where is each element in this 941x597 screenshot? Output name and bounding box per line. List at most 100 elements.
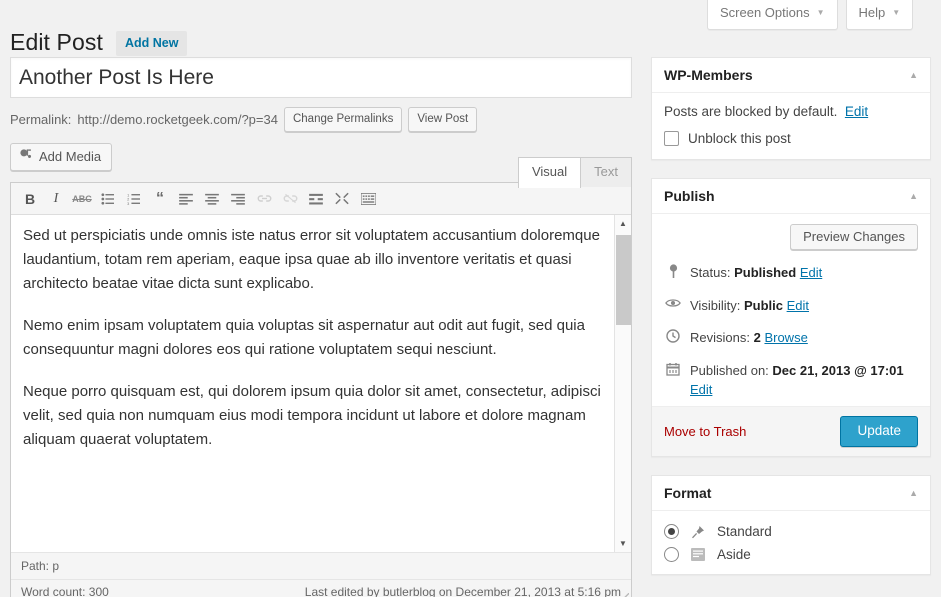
format-label-standard: Standard xyxy=(717,524,772,539)
help-button[interactable]: Help ▼ xyxy=(846,0,914,30)
tab-text[interactable]: Text xyxy=(581,157,632,187)
align-center-icon[interactable] xyxy=(199,187,225,211)
blockquote-icon[interactable]: “ xyxy=(147,187,173,211)
add-new-button[interactable]: Add New xyxy=(116,31,187,56)
format-title: Format xyxy=(664,485,711,501)
post-title-input[interactable] xyxy=(10,57,632,98)
resize-handle-icon[interactable] xyxy=(619,593,629,597)
blocked-status-line: Posts are blocked by default. Edit xyxy=(664,104,918,119)
status-edit-link[interactable]: Edit xyxy=(800,265,822,280)
published-on-label: Published on: xyxy=(690,363,769,378)
last-edited: Last edited by butlerblog on December 21… xyxy=(305,585,621,597)
svg-text:2: 2 xyxy=(127,197,129,201)
page-title: Edit Post xyxy=(10,28,103,58)
editor-container: Visual Text B I ABC xyxy=(10,182,632,597)
clock-icon xyxy=(664,329,682,343)
chevron-up-icon[interactable]: ▲ xyxy=(909,488,918,498)
wp-members-title: WP-Members xyxy=(664,67,753,83)
pin-icon xyxy=(664,264,682,279)
permalink-url: http://demo.rocketgeek.com/?p=34 xyxy=(77,112,278,127)
editor-mode-tabs: Visual Text xyxy=(518,157,632,187)
wp-members-panel-body: Posts are blocked by default. Edit Unblo… xyxy=(652,93,930,159)
wordpress-edit-post-screen: Screen Options ▼ Help ▼ Edit Post Add Ne… xyxy=(0,0,941,597)
published-on-text: Published on: Dec 21, 2013 @ 17:01 Edit xyxy=(690,361,904,400)
visibility-edit-link[interactable]: Edit xyxy=(787,298,809,313)
add-media-button[interactable]: Add Media xyxy=(10,143,112,171)
editor-content-area[interactable]: Sed ut perspiciatis unde omnis iste natu… xyxy=(11,215,631,552)
publish-actions: Move to Trash Update xyxy=(652,406,930,457)
unlink-icon[interactable] xyxy=(277,187,303,211)
svg-text:1: 1 xyxy=(127,193,129,197)
publish-panel-header[interactable]: Publish ▲ xyxy=(652,179,930,214)
screen-options-button[interactable]: Screen Options ▼ xyxy=(707,0,838,30)
format-option-aside[interactable]: Aside xyxy=(664,543,918,566)
format-panel-body: Standard Aside xyxy=(652,511,930,574)
italic-icon[interactable]: I xyxy=(43,187,69,211)
format-radio-standard[interactable] xyxy=(664,524,679,539)
editor-box: B I ABC 1 2 xyxy=(10,182,632,597)
update-button[interactable]: Update xyxy=(840,416,918,448)
svg-text:3: 3 xyxy=(127,202,129,205)
format-option-standard[interactable]: Standard xyxy=(664,520,918,543)
format-panel-header[interactable]: Format ▲ xyxy=(652,476,930,511)
status-text: Status: Published Edit xyxy=(690,263,822,283)
format-panel: Format ▲ Standard xyxy=(651,475,931,575)
pin-icon xyxy=(688,525,708,539)
align-left-icon[interactable] xyxy=(173,187,199,211)
scroll-down-icon[interactable]: ▼ xyxy=(615,535,631,552)
wp-members-panel-header[interactable]: WP-Members ▲ xyxy=(652,58,930,93)
revisions-text: Revisions: 2 Browse xyxy=(690,328,808,348)
permalink-label: Permalink: xyxy=(10,112,71,127)
status-label: Status: xyxy=(690,265,730,280)
fullscreen-icon[interactable] xyxy=(329,187,355,211)
kitchen-sink-icon[interactable] xyxy=(355,187,381,211)
chevron-up-icon[interactable]: ▲ xyxy=(909,70,918,80)
insert-link-icon[interactable] xyxy=(251,187,277,211)
editor-paragraph: Neque porro quisquam est, qui dolorem ip… xyxy=(23,380,605,452)
chevron-down-icon: ▼ xyxy=(817,8,825,18)
help-label: Help xyxy=(859,5,886,22)
unblock-post-checkbox[interactable] xyxy=(664,131,679,146)
revisions-value: 2 xyxy=(754,330,761,345)
screen-meta-buttons: Screen Options ▼ Help ▼ xyxy=(707,0,913,30)
bold-icon[interactable]: B xyxy=(17,187,43,211)
format-label-aside: Aside xyxy=(717,547,751,562)
move-to-trash-link[interactable]: Move to Trash xyxy=(664,424,746,439)
chevron-up-icon[interactable]: ▲ xyxy=(909,191,918,201)
editor-scrollbar[interactable]: ▲ ▼ xyxy=(614,215,631,552)
unordered-list-icon[interactable] xyxy=(95,187,121,211)
published-on-row: Published on: Dec 21, 2013 @ 17:01 Edit xyxy=(664,361,918,400)
permalink-row: Permalink: http://demo.rocketgeek.com/?p… xyxy=(10,107,632,132)
published-on-edit-link[interactable]: Edit xyxy=(690,382,712,397)
editor-path-bar: Path: p xyxy=(11,552,631,579)
calendar-icon xyxy=(664,362,682,376)
add-media-label: Add Media xyxy=(39,149,101,164)
change-permalinks-button[interactable]: Change Permalinks xyxy=(284,107,402,132)
format-radio-aside[interactable] xyxy=(664,547,679,562)
ordered-list-icon[interactable]: 1 2 3 xyxy=(121,187,147,211)
unblock-post-row[interactable]: Unblock this post xyxy=(664,131,918,146)
post-body-content: Permalink: http://demo.rocketgeek.com/?p… xyxy=(10,57,632,597)
scrollbar-thumb[interactable] xyxy=(616,235,631,325)
scroll-up-icon[interactable]: ▲ xyxy=(615,215,631,232)
strikethrough-icon[interactable]: ABC xyxy=(69,187,95,211)
insert-more-icon[interactable] xyxy=(303,187,329,211)
editor-status-bar: Word count: 300 Last edited by butlerblo… xyxy=(11,579,631,597)
eye-icon xyxy=(664,297,682,309)
align-right-icon[interactable] xyxy=(225,187,251,211)
screen-options-label: Screen Options xyxy=(720,5,810,22)
word-count: Word count: 300 xyxy=(21,585,109,597)
visibility-label: Visibility: xyxy=(690,298,740,313)
published-on-value: Dec 21, 2013 @ 17:01 xyxy=(772,363,903,378)
publish-panel: Publish ▲ Preview Changes Status: xyxy=(651,178,931,457)
tab-visual[interactable]: Visual xyxy=(518,157,581,188)
revisions-label: Revisions: xyxy=(690,330,750,345)
media-icon xyxy=(19,148,33,165)
publish-panel-body: Preview Changes Status: Published Edit xyxy=(652,214,930,406)
view-post-button[interactable]: View Post xyxy=(408,107,477,132)
preview-changes-button[interactable]: Preview Changes xyxy=(790,224,918,250)
revisions-browse-link[interactable]: Browse xyxy=(764,330,807,345)
status-value: Published xyxy=(734,265,796,280)
wp-members-edit-link[interactable]: Edit xyxy=(845,104,868,119)
unblock-post-label: Unblock this post xyxy=(688,131,791,146)
